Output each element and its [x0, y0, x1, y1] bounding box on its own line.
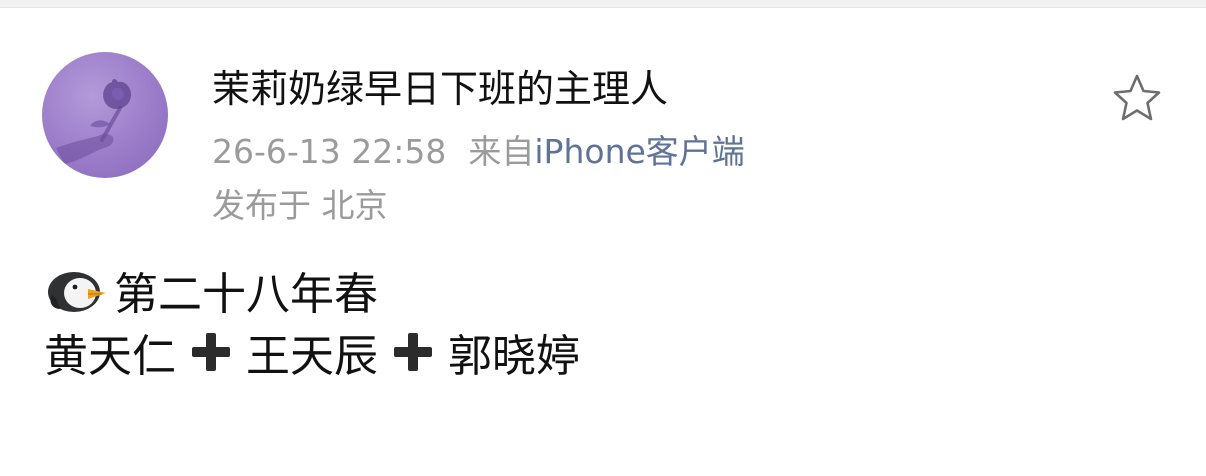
- content-line-1-text: 第二十八年春: [114, 269, 378, 320]
- source-prefix: 来自: [468, 132, 535, 171]
- content-name-3: 郭晓婷: [448, 331, 580, 382]
- star-outline-icon: [1113, 74, 1161, 121]
- post-time: 26-6-13 22:58: [212, 132, 447, 171]
- weibo-post: 茉莉奶绿早日下班的主理人 26-6-13 22:58 来自iPhone客户端 发布…: [0, 8, 1206, 476]
- content-line-1: 第二十八年春: [44, 260, 1164, 320]
- content-line-2: 黄天仁 王天辰 郭晓婷: [44, 322, 1164, 382]
- penguin-icon: [44, 265, 108, 315]
- post-location: 发布于 北京: [212, 186, 388, 225]
- favorite-button[interactable]: [1108, 70, 1166, 128]
- heavy-plus-icon: [390, 329, 436, 375]
- heavy-plus-icon: [188, 329, 234, 375]
- top-divider: [0, 0, 1206, 8]
- avatar[interactable]: [42, 52, 168, 178]
- rose-silhouette-icon: [56, 79, 132, 164]
- source-client-link[interactable]: iPhone客户端: [534, 132, 744, 171]
- content-name-1: 黄天仁: [44, 331, 176, 382]
- content-name-2: 王天辰: [246, 331, 378, 382]
- author-name[interactable]: 茉莉奶绿早日下班的主理人: [212, 66, 668, 112]
- post-meta: 26-6-13 22:58 来自iPhone客户端: [212, 132, 745, 172]
- post-content: 第二十八年春 黄天仁 王天辰 郭晓婷: [44, 260, 1164, 382]
